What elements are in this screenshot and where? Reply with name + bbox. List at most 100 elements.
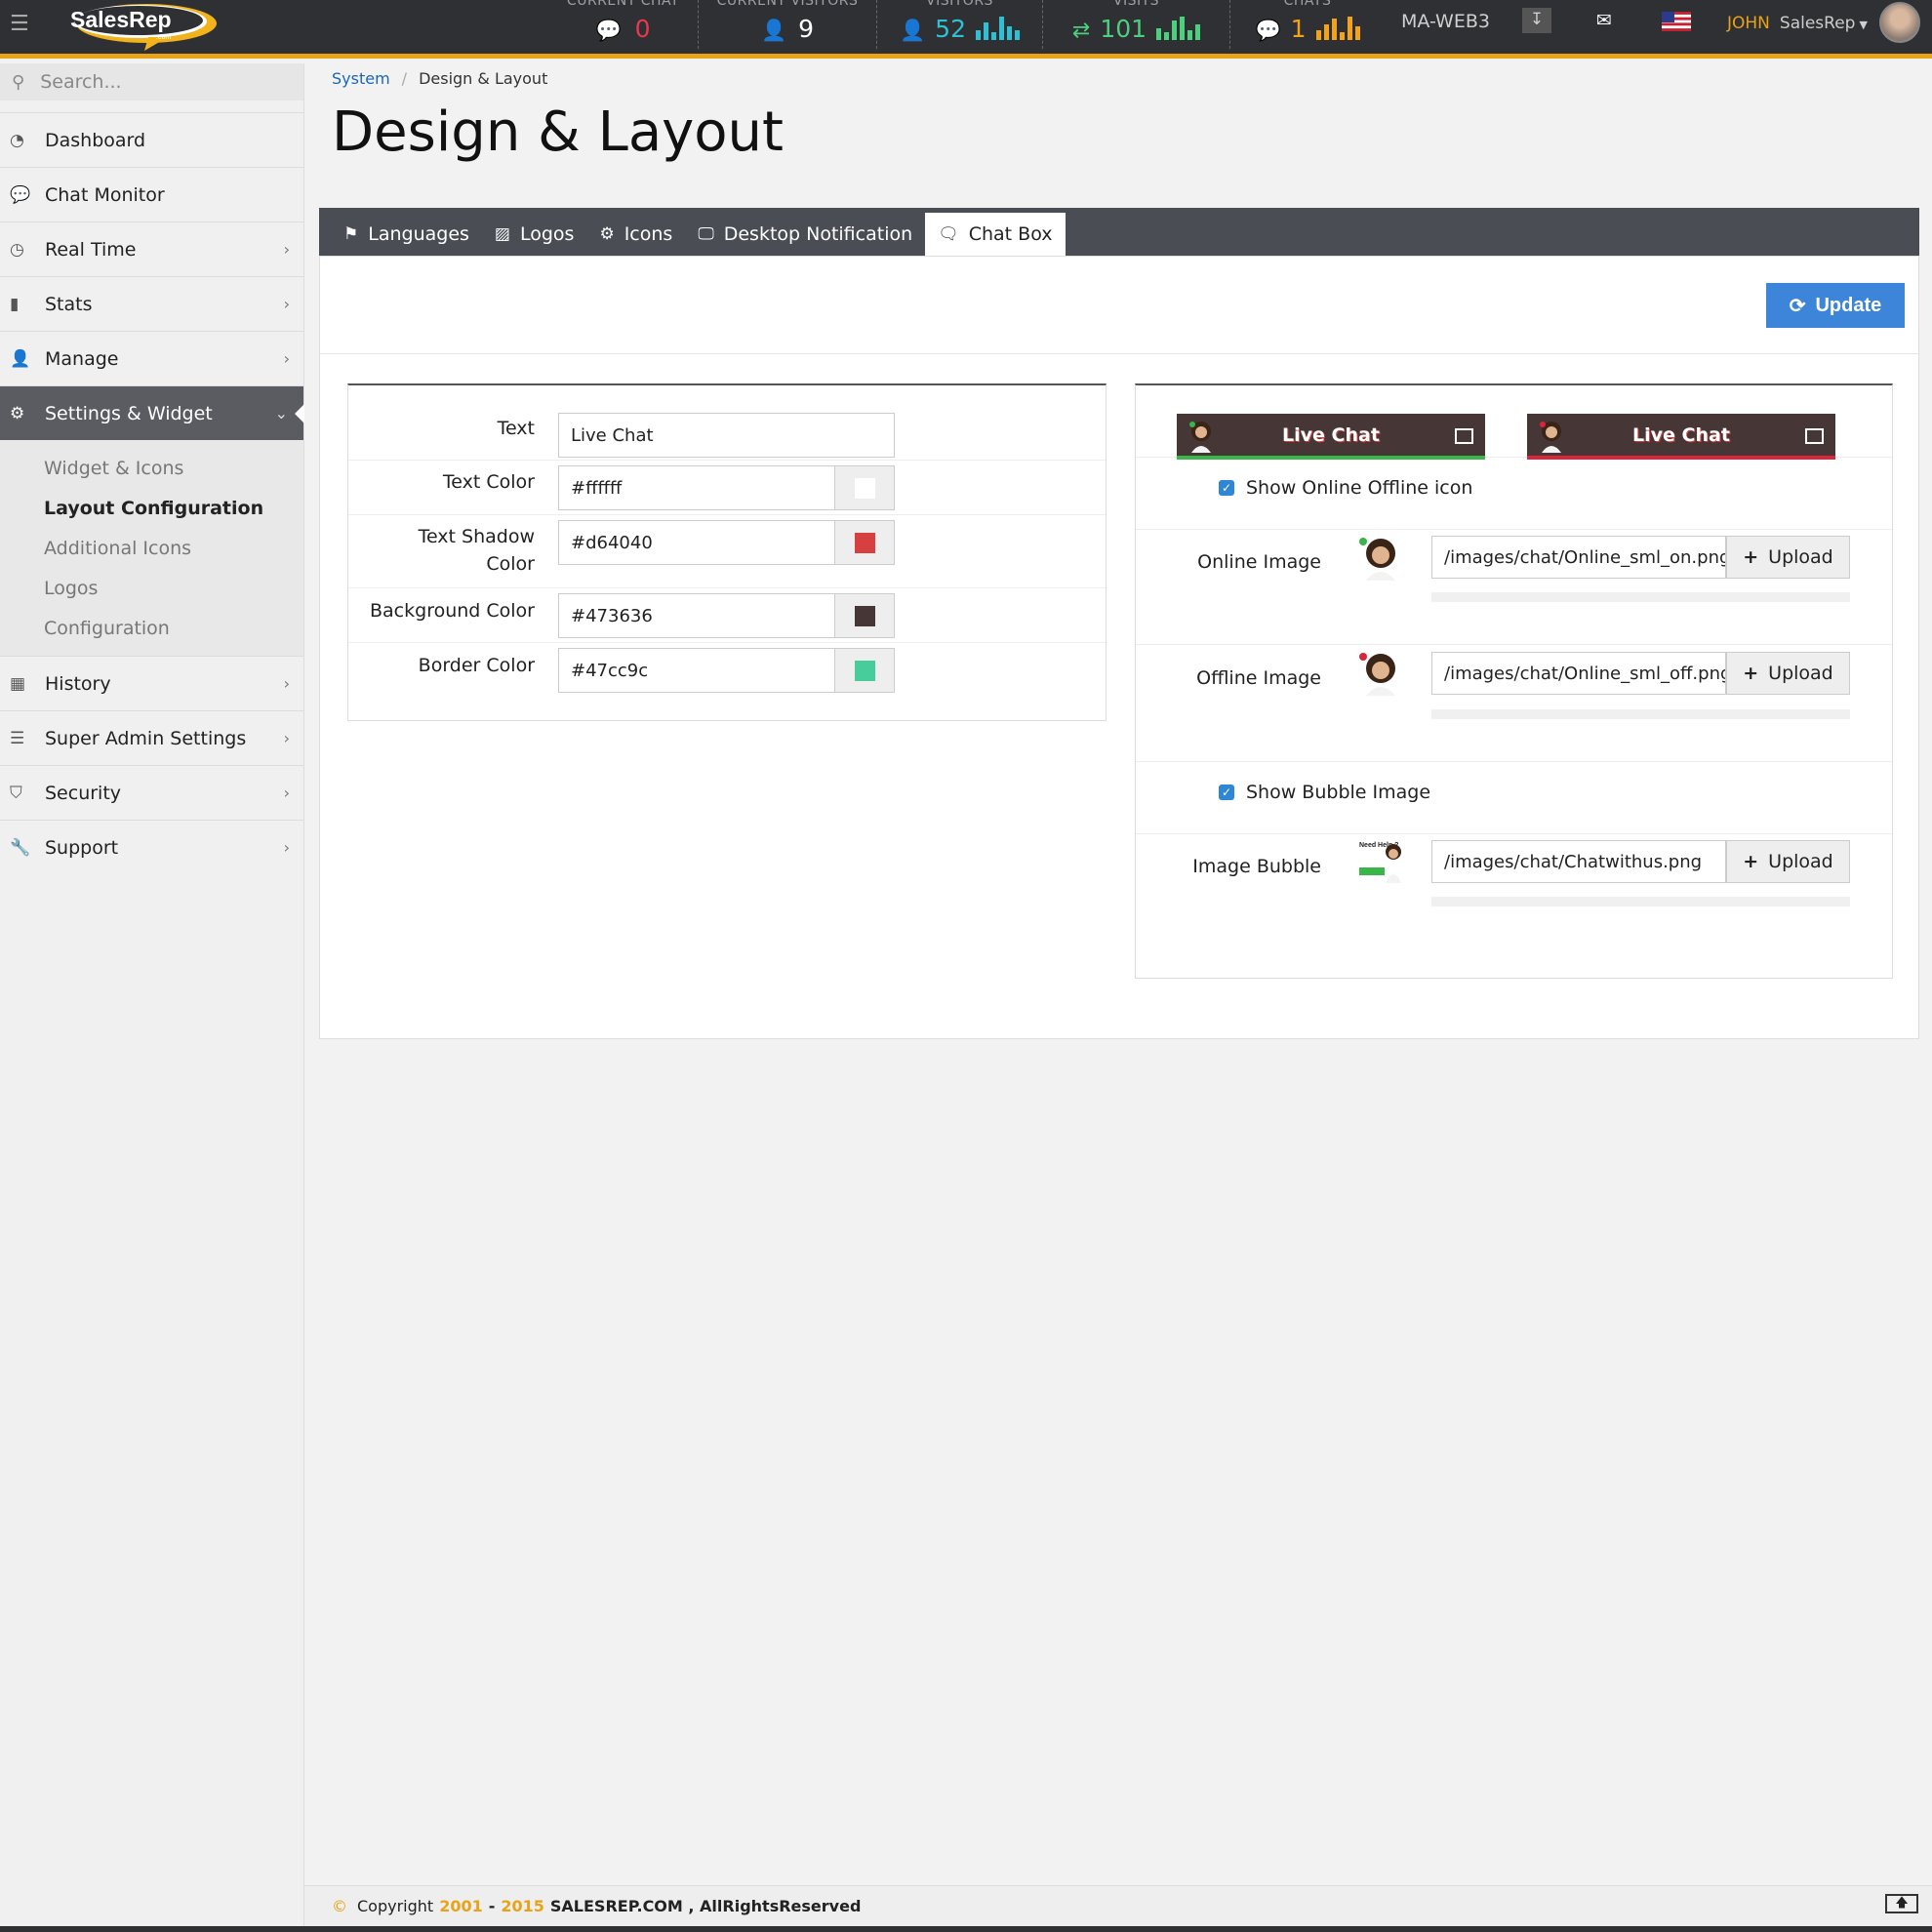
preview-label: Live Chat — [1632, 423, 1730, 446]
desktop-icon: 🖵 — [698, 224, 714, 244]
scroll-top-icon[interactable]: 🡅 — [1885, 1894, 1918, 1913]
text-color-swatch[interactable] — [834, 465, 895, 510]
text-shadow-color-swatch[interactable] — [834, 520, 895, 565]
sidebar-item-dashboard[interactable]: ◔ Dashboard — [0, 112, 303, 167]
chevron-right-icon: › — [283, 729, 290, 747]
background-color-input[interactable]: #473636 — [558, 593, 835, 638]
text-shadow-color-input[interactable]: #d64040 — [558, 520, 835, 565]
window-icon — [1455, 428, 1473, 444]
submenu-logos[interactable]: Logos — [0, 568, 303, 608]
chevron-right-icon: › — [283, 240, 290, 259]
check-icon: ✓ — [1219, 480, 1234, 496]
background-color-swatch[interactable] — [834, 593, 895, 638]
stat-caption: CURRENT CHAT — [566, 0, 680, 9]
submenu-widget-icons[interactable]: Widget & Icons — [0, 448, 303, 488]
sidebar-item-label: Super Admin Settings — [45, 727, 247, 749]
stat-caption: VISITORS — [926, 0, 993, 9]
bubble-upload-progress — [1431, 897, 1850, 906]
menu-icon[interactable]: ☰ — [10, 12, 29, 36]
svg-text:SalesRep: SalesRep — [70, 7, 172, 32]
offline-image-path-input[interactable]: /images/chat/Online_sml_off.png — [1431, 652, 1726, 695]
server-icon: ☰ — [10, 728, 25, 748]
submenu-layout-configuration[interactable]: Layout Configuration — [0, 488, 303, 528]
window-icon — [1805, 428, 1824, 444]
text-color-label: Text Color — [442, 471, 535, 493]
tab-label: Chat Box — [968, 223, 1053, 245]
stat-value: 0 — [634, 15, 651, 43]
clock-icon: ◷ — [10, 239, 24, 260]
online-agent-image — [1359, 538, 1395, 581]
border-color-swatch[interactable] — [834, 648, 895, 693]
online-image-path-input[interactable]: /images/chat/Online_sml_on.png — [1431, 536, 1726, 579]
update-button[interactable]: ⟳ Update — [1766, 283, 1905, 328]
upload-label: Upload — [1768, 851, 1833, 872]
sidebar-item-history[interactable]: ▦ History › — [0, 656, 303, 710]
text-shadow-color-label: Text Shadow Color — [418, 526, 535, 575]
search-box[interactable]: ⚲ Search... — [0, 63, 303, 112]
text-input[interactable]: Live Chat — [558, 413, 895, 458]
sidebar-item-real-time[interactable]: ◷ Real Time › — [0, 221, 303, 276]
visits-stat[interactable]: VISITS ⇄ 101 — [1043, 0, 1230, 49]
sidebar-item-label: Chat Monitor — [45, 183, 165, 206]
tab-chat-box[interactable]: 🗨 Chat Box — [925, 213, 1066, 256]
plus-icon: + — [1743, 851, 1759, 872]
plus-icon: + — [1743, 663, 1759, 684]
online-image-row: Online Image /images/chat/Online_sml_on.… — [1136, 530, 1892, 645]
breadcrumb-system-link[interactable]: System — [332, 69, 390, 88]
chevron-right-icon: › — [283, 295, 290, 313]
show-online-offline-checkbox[interactable]: ✓ Show Online Offline icon — [1219, 477, 1472, 499]
user-menu[interactable]: JOHN SalesRep ▼ — [1727, 14, 1868, 33]
user-icon: 👤 — [900, 19, 926, 42]
tab-languages[interactable]: ⚑ Languages — [331, 213, 482, 256]
tab-icons[interactable]: ⚙ Icons — [586, 213, 685, 256]
border-color-input[interactable]: #47cc9c — [558, 648, 835, 693]
tab-logos[interactable]: ▨ Logos — [482, 213, 587, 256]
bubble-agent-image: Need Help ? — [1359, 842, 1401, 883]
visitors-stat[interactable]: VISITORS 👤 52 — [877, 0, 1043, 49]
search-icon: ⚲ — [12, 71, 25, 93]
search-input[interactable]: Search... — [40, 71, 121, 93]
offline-upload-button[interactable]: + Upload — [1726, 652, 1850, 695]
salesrep-logo[interactable]: SalesRep .com — [60, 2, 219, 51]
text-color-input[interactable]: #ffffff — [558, 465, 835, 510]
preview-label: Live Chat — [1282, 423, 1380, 446]
bubble-image-label: Image Bubble — [1192, 856, 1321, 877]
tab-bar: ⚑ Languages ▨ Logos ⚙ Icons 🖵 Desktop Notifi… — [319, 208, 1919, 256]
border-color-label: Border Color — [418, 655, 535, 676]
sidebar-item-security[interactable]: ⛉ Security › — [0, 765, 303, 820]
background-color-label: Background Color — [370, 600, 535, 622]
current-chat-stat[interactable]: CURRENT CHAT 💬 0 — [548, 0, 699, 49]
user-last-name: SalesRep — [1779, 14, 1856, 33]
bar-chart-icon: ▮ — [10, 294, 20, 314]
sidebar-item-settings-widget[interactable]: ⚙ Settings & Widget ⌄ — [0, 385, 304, 440]
wrench-icon: 🔧 — [10, 837, 31, 858]
sidebar-item-chat-monitor[interactable]: 💬 Chat Monitor — [0, 167, 303, 221]
envelope-icon[interactable]: ✉ — [1596, 10, 1612, 31]
sparkline-icon — [1156, 17, 1201, 40]
submenu-configuration[interactable]: Configuration — [0, 608, 303, 648]
download-icon[interactable]: ↧ — [1522, 8, 1551, 33]
user-icon: 👤 — [10, 348, 31, 369]
online-upload-button[interactable]: + Upload — [1726, 536, 1850, 579]
online-image-label: Online Image — [1197, 551, 1321, 573]
tab-desktop-notification[interactable]: 🖵 Desktop Notification — [685, 213, 925, 256]
stat-caption: CURRENT VISITORS — [716, 0, 859, 9]
bubble-image-path-input[interactable]: /images/chat/Chatwithus.png — [1431, 840, 1726, 883]
sidebar-item-manage[interactable]: 👤 Manage › — [0, 331, 303, 385]
dashboard-icon: ◔ — [10, 130, 24, 150]
sidebar-item-super-admin[interactable]: ☰ Super Admin Settings › — [0, 710, 303, 765]
us-flag-icon[interactable] — [1662, 12, 1691, 36]
year-from: 2001 — [439, 1897, 483, 1915]
chats-stat[interactable]: CHATS 💬 1 — [1230, 0, 1385, 49]
sidebar-item-stats[interactable]: ▮ Stats › — [0, 276, 303, 331]
submenu-additional-icons[interactable]: Additional Icons — [0, 528, 303, 568]
shield-icon: ⛉ — [10, 783, 22, 803]
bubble-upload-button[interactable]: + Upload — [1726, 840, 1850, 883]
sidebar-item-support[interactable]: 🔧 Support › — [0, 820, 303, 874]
stat-value: 1 — [1290, 15, 1307, 43]
online-chat-preview: Live Chat — [1177, 414, 1485, 460]
current-visitors-stat[interactable]: CURRENT VISITORS 👤 9 — [699, 0, 877, 49]
sidebar-item-label: Settings & Widget — [45, 402, 213, 424]
show-bubble-checkbox[interactable]: ✓ Show Bubble Image — [1219, 782, 1430, 803]
avatar[interactable] — [1879, 2, 1920, 43]
